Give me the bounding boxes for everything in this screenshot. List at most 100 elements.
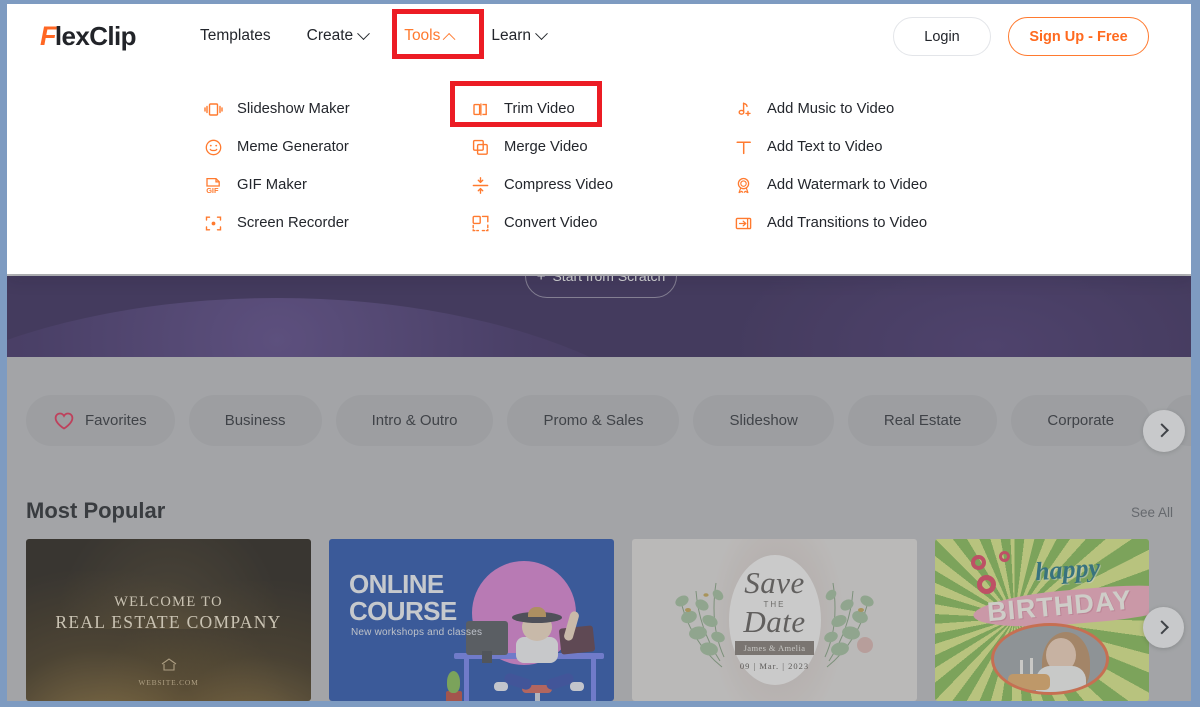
page-title: Most Popular — [26, 498, 165, 524]
menu-item-compress-video[interactable]: Compress Video — [470, 166, 627, 204]
character-shoe-right — [570, 682, 584, 691]
gear-decoration-2 — [999, 551, 1010, 562]
tools-column-1: Slideshow Maker Meme Generator — [203, 90, 364, 242]
house-icon — [160, 657, 178, 672]
nav-item-tools[interactable]: Tools — [386, 18, 473, 54]
template-card-save-the-date[interactable]: Save THE Date James & Amelia 09 | Mar. |… — [632, 539, 917, 701]
menu-item-convert-video[interactable]: Convert Video — [470, 204, 627, 242]
tools-column-2: Trim Video Merge Video — [470, 90, 627, 242]
nav-item-create[interactable]: Create — [289, 18, 387, 54]
chevron-right-icon — [1154, 620, 1168, 634]
category-pill-label: Real Estate — [884, 412, 962, 429]
chevron-right-icon — [1155, 423, 1169, 437]
category-filter-bar: Favorites Business Intro & Outro Promo &… — [7, 357, 1191, 485]
menu-item-meme-generator[interactable]: Meme Generator — [203, 128, 364, 166]
template-next-button[interactable] — [1143, 607, 1184, 648]
card-word-happy: happy — [1034, 553, 1101, 587]
menu-item-label: Trim Video — [504, 101, 575, 117]
hero-glow — [7, 298, 727, 357]
card-word-date: Date — [632, 607, 917, 636]
start-from-scratch-button[interactable]: + Start from Scratch — [525, 276, 677, 298]
laptop-shape — [559, 625, 596, 654]
convert-icon — [470, 213, 491, 234]
menu-item-label: Meme Generator — [237, 139, 349, 155]
nav-label: Create — [307, 27, 354, 45]
birthday-cake — [1008, 674, 1050, 690]
menu-item-label: Slideshow Maker — [237, 101, 350, 117]
text-t-icon — [733, 137, 754, 158]
card-headline-line-1: ONLINE — [349, 571, 457, 598]
menu-item-trim-video[interactable]: Trim Video — [470, 90, 627, 128]
menu-item-label: Add Transitions to Video — [767, 215, 927, 231]
menu-item-label: Compress Video — [504, 177, 613, 193]
category-pill-label: Promo & Sales — [543, 412, 643, 429]
window-frame-bottom — [0, 701, 1200, 707]
category-pill-promo-sales[interactable]: Promo & Sales — [507, 395, 679, 446]
desk-leg-right — [591, 657, 596, 701]
browser-window: + Start from Scratch Favorites Business … — [0, 0, 1200, 707]
menu-item-merge-video[interactable]: Merge Video — [470, 128, 627, 166]
plus-icon: + — [537, 276, 546, 284]
smiley-icon — [203, 137, 224, 158]
category-pill-corporate[interactable]: Corporate — [1011, 395, 1150, 446]
monitor-stand — [482, 651, 492, 663]
card-website: WEBSITE.COM — [26, 678, 311, 687]
see-all-link[interactable]: See All — [1131, 505, 1173, 520]
nav-label: Tools — [404, 27, 440, 45]
menu-item-add-music-to-video[interactable]: Add Music to Video — [733, 90, 941, 128]
character-hat-top — [528, 607, 546, 617]
category-pill-label: Slideshow — [729, 412, 797, 429]
nav-item-templates[interactable]: Templates — [182, 18, 289, 54]
photo-oval-frame — [991, 623, 1109, 695]
menu-item-gif-maker[interactable]: GIF GIF Maker — [203, 166, 364, 204]
signup-button[interactable]: Sign Up - Free — [1008, 17, 1149, 56]
category-pill-business[interactable]: Business — [189, 395, 322, 446]
category-pill-slideshow[interactable]: Slideshow — [693, 395, 833, 446]
window-frame-right — [1191, 0, 1200, 707]
menu-item-slideshow-maker[interactable]: Slideshow Maker — [203, 90, 364, 128]
menu-item-label: GIF Maker — [237, 177, 307, 193]
slideshow-icon — [203, 99, 224, 120]
category-pill-label: Favorites — [85, 412, 147, 429]
category-pill-real-estate[interactable]: Real Estate — [848, 395, 998, 446]
hero-banner: + Start from Scratch — [7, 276, 1191, 357]
card-headline: ONLINE COURSE — [349, 571, 457, 626]
tools-dropdown-columns: Slideshow Maker Meme Generator — [7, 68, 1191, 274]
card-title-block: WELCOME TO REAL ESTATE COMPANY — [26, 594, 311, 633]
header-actions: Login Sign Up - Free — [893, 17, 1149, 56]
svg-text:GIF: GIF — [206, 186, 219, 195]
desk-leg-left — [464, 657, 469, 701]
template-card-list: WELCOME TO REAL ESTATE COMPANY WEBSITE.C… — [26, 539, 1149, 701]
card-headline-line-2: COURSE — [349, 598, 457, 625]
gear-decoration-3 — [977, 575, 996, 594]
template-card-online-course[interactable]: ONLINE COURSE New workshops and classes — [329, 539, 614, 701]
flexclip-logo[interactable]: FlexClip — [40, 21, 136, 51]
category-pill-favorites[interactable]: Favorites — [26, 395, 175, 446]
trim-icon — [470, 99, 491, 120]
menu-item-add-text-to-video[interactable]: Add Text to Video — [733, 128, 941, 166]
heart-icon — [54, 412, 74, 430]
chevron-up-icon — [443, 32, 456, 45]
chevron-down-icon — [535, 27, 548, 40]
plant-leaf — [447, 671, 460, 693]
gear-decoration-1 — [971, 555, 986, 570]
template-card-real-estate[interactable]: WELCOME TO REAL ESTATE COMPANY WEBSITE.C… — [26, 539, 311, 701]
compress-icon — [470, 175, 491, 196]
card-word-save: Save — [632, 569, 917, 597]
menu-item-add-watermark-to-video[interactable]: Add Watermark to Video — [733, 166, 941, 204]
category-pill-row: Favorites Business Intro & Outro Promo &… — [26, 395, 1200, 446]
menu-item-label: Convert Video — [504, 215, 598, 231]
category-next-button[interactable] — [1143, 410, 1185, 452]
menu-item-label: Screen Recorder — [237, 215, 349, 231]
screen-record-icon — [203, 213, 224, 234]
logo-f-mark: F — [40, 21, 56, 51]
template-card-happy-birthday[interactable]: happy BIRTHDAY — [935, 539, 1149, 701]
nav-item-learn[interactable]: Learn — [473, 18, 564, 54]
login-button[interactable]: Login — [893, 17, 991, 56]
start-from-scratch-label: Start from Scratch — [552, 276, 665, 284]
card-subtitle: New workshops and classes — [351, 627, 482, 638]
category-pill-intro-outro[interactable]: Intro & Outro — [336, 395, 494, 446]
menu-item-screen-recorder[interactable]: Screen Recorder — [203, 204, 364, 242]
menu-item-label: Merge Video — [504, 139, 588, 155]
menu-item-add-transitions-to-video[interactable]: Add Transitions to Video — [733, 204, 941, 242]
